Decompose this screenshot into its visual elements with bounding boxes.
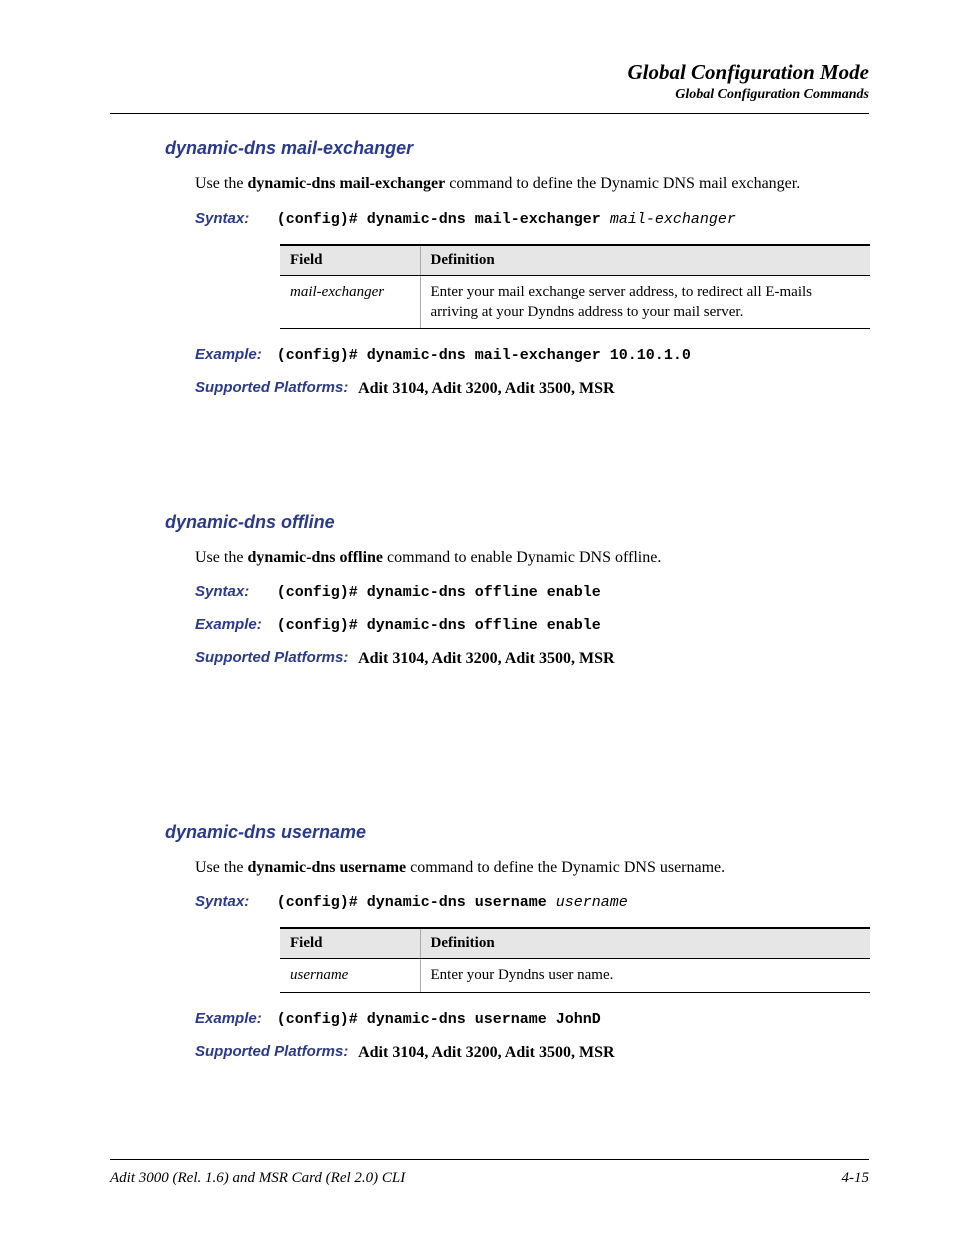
platforms-text: Adit 3104, Adit 3200, Adit 3500, MSR — [358, 1044, 614, 1061]
header-rule — [110, 113, 869, 114]
example-row: Example: (config)# dynamic-dns offline e… — [195, 613, 869, 638]
example-label: Example: — [195, 343, 273, 367]
example-label: Example: — [195, 613, 273, 637]
footer-page-number: 4-15 — [842, 1170, 870, 1187]
syntax-var: mail-exchanger — [610, 211, 736, 228]
syntax-text: (config)# dynamic-dns offline enable — [277, 584, 601, 601]
page-footer: Adit 3000 (Rel. 1.6) and MSR Card (Rel 2… — [110, 1159, 869, 1187]
cell-definition: Enter your Dyndns user name. — [420, 959, 870, 992]
platforms-label: Supported Platforms: — [195, 646, 348, 670]
definition-table: Field Definition mail-exchanger Enter yo… — [280, 244, 870, 330]
page-header: Global Configuration Mode Global Configu… — [110, 60, 869, 103]
table-header-row: Field Definition — [280, 928, 870, 959]
example-row: Example: (config)# dynamic-dns username … — [195, 1007, 869, 1032]
footer-left: Adit 3000 (Rel. 1.6) and MSR Card (Rel 2… — [110, 1170, 405, 1187]
platforms-label: Supported Platforms: — [195, 376, 348, 400]
col-definition: Definition — [420, 245, 870, 276]
platforms-row: Supported Platforms: Adit 3104, Adit 320… — [195, 646, 869, 672]
platforms-row: Supported Platforms: Adit 3104, Adit 320… — [195, 1040, 869, 1066]
syntax-label: Syntax: — [195, 580, 273, 604]
syntax-row: Syntax: (config)# dynamic-dns offline en… — [195, 580, 869, 605]
col-field: Field — [280, 245, 420, 276]
page: Global Configuration Mode Global Configu… — [0, 0, 954, 1235]
example-text: (config)# dynamic-dns username JohnD — [277, 1011, 601, 1028]
syntax-text: (config)# dynamic-dns username — [277, 894, 556, 911]
section-description: Use the dynamic-dns offline command to e… — [195, 547, 869, 569]
cell-definition: Enter your mail exchange server address,… — [420, 275, 870, 329]
platforms-row: Supported Platforms: Adit 3104, Adit 320… — [195, 376, 869, 402]
platforms-text: Adit 3104, Adit 3200, Adit 3500, MSR — [358, 650, 614, 667]
footer-rule — [110, 1159, 869, 1160]
section-username: dynamic-dns username Use the dynamic-dns… — [165, 822, 869, 1065]
syntax-row: Syntax: (config)# dynamic-dns username u… — [195, 890, 869, 915]
platforms-label: Supported Platforms: — [195, 1040, 348, 1064]
col-field: Field — [280, 928, 420, 959]
header-title: Global Configuration Mode — [110, 60, 869, 85]
section-mail-exchanger: dynamic-dns mail-exchanger Use the dynam… — [165, 138, 869, 402]
section-description: Use the dynamic-dns mail-exchanger comma… — [195, 173, 869, 195]
cell-field: username — [280, 959, 420, 992]
section-offline: dynamic-dns offline Use the dynamic-dns … — [165, 512, 869, 672]
example-row: Example: (config)# dynamic-dns mail-exch… — [195, 343, 869, 368]
platforms-text: Adit 3104, Adit 3200, Adit 3500, MSR — [358, 380, 614, 397]
table-row: username Enter your Dyndns user name. — [280, 959, 870, 992]
cell-field: mail-exchanger — [280, 275, 420, 329]
section-title: dynamic-dns mail-exchanger — [165, 138, 869, 159]
section-description: Use the dynamic-dns username command to … — [195, 857, 869, 879]
col-definition: Definition — [420, 928, 870, 959]
section-title: dynamic-dns offline — [165, 512, 869, 533]
syntax-label: Syntax: — [195, 890, 273, 914]
table-row: mail-exchanger Enter your mail exchange … — [280, 275, 870, 329]
syntax-row: Syntax: (config)# dynamic-dns mail-excha… — [195, 207, 869, 232]
definition-table: Field Definition username Enter your Dyn… — [280, 927, 870, 992]
syntax-var: username — [556, 894, 628, 911]
header-subtitle: Global Configuration Commands — [110, 87, 869, 103]
syntax-label: Syntax: — [195, 207, 273, 231]
example-label: Example: — [195, 1007, 273, 1031]
syntax-text: (config)# dynamic-dns mail-exchanger — [277, 211, 610, 228]
example-text: (config)# dynamic-dns mail-exchanger 10.… — [277, 347, 691, 364]
table-header-row: Field Definition — [280, 245, 870, 276]
footer-row: Adit 3000 (Rel. 1.6) and MSR Card (Rel 2… — [110, 1170, 869, 1187]
example-text: (config)# dynamic-dns offline enable — [277, 617, 601, 634]
section-title: dynamic-dns username — [165, 822, 869, 843]
